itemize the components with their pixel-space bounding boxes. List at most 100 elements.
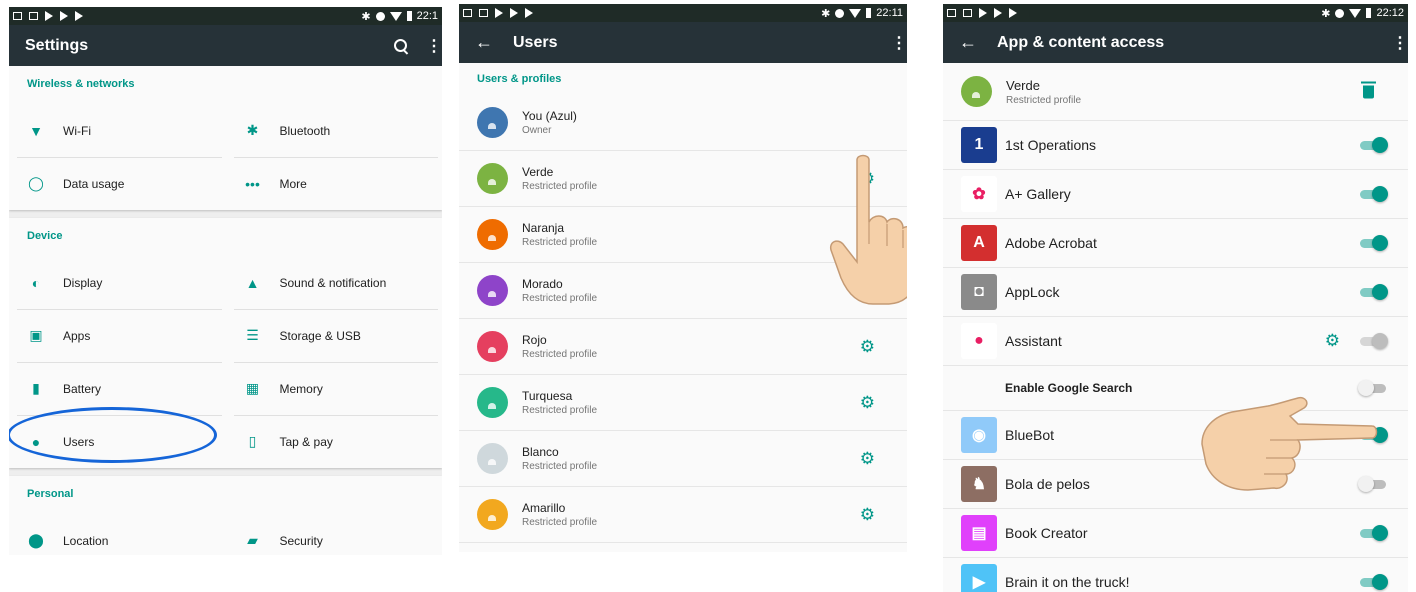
user-row[interactable] (459, 543, 907, 552)
user-row[interactable]: Verde Restricted profile ⚙ (459, 151, 907, 207)
settings-gear-icon[interactable]: ⚙ (860, 281, 875, 301)
access-toggle[interactable] (1360, 333, 1388, 349)
access-toggle[interactable] (1360, 235, 1388, 251)
access-toggle[interactable] (1358, 380, 1386, 396)
access-toggle[interactable] (1360, 525, 1388, 541)
settings-gear-icon[interactable]: ⚙ (860, 449, 875, 469)
settings-item-memory[interactable]: ▦ Memory (226, 362, 443, 415)
tap-pay-icon: ▯ (248, 433, 257, 449)
overflow-menu-icon[interactable]: ⋮ (426, 36, 442, 56)
wifi-icon: ▼ (29, 122, 43, 139)
user-type: Owner (522, 125, 552, 136)
search-icon[interactable] (394, 38, 408, 53)
user-row[interactable]: Rojo Restricted profile ⚙ (459, 319, 907, 375)
user-name: Verde (522, 165, 554, 179)
settings-item-display[interactable]: ◐ Display (9, 256, 226, 309)
app-row: A Adobe Acrobat (943, 219, 1408, 268)
settings-item-storage-usb[interactable]: ☰ Storage & USB (226, 309, 443, 362)
settings-item-security[interactable]: ▰ Security (226, 514, 443, 555)
settings-gear-icon[interactable]: ⚙ (860, 393, 875, 413)
book-creator-icon: ▤ (961, 515, 997, 551)
app-label: AppLock (1005, 284, 1060, 300)
play-icon (60, 11, 68, 21)
app-label: BlueBot (1005, 427, 1055, 443)
user-name: Morado (522, 277, 563, 291)
overflow-menu-icon[interactable]: ⋮ (891, 33, 907, 53)
settings-item-battery[interactable]: ▮ Battery (9, 362, 226, 415)
user-type: Restricted profile (522, 349, 598, 360)
settings-gear-icon[interactable]: ⚙ (1325, 331, 1340, 351)
back-arrow-icon[interactable]: ← (959, 32, 977, 53)
user-row[interactable]: Naranja Restricted profile ⚙ (459, 207, 907, 263)
user-row[interactable]: Morado Restricted profile ⚙ (459, 263, 907, 319)
app-row: ◘ AppLock (943, 268, 1408, 317)
battery-status-icon (1366, 8, 1372, 18)
settings-item-label: Memory (279, 381, 323, 396)
settings-section: Device ◐ Display ▲ Sound & notification ▣ Apps… (9, 218, 442, 468)
app-row: ▤ Book Creator (943, 509, 1408, 558)
access-toggle[interactable] (1360, 137, 1388, 153)
wifi-status-icon (849, 8, 862, 18)
settings-item-label: Wi-Fi (63, 123, 91, 138)
user-row[interactable]: You (Azul) Owner (459, 95, 907, 151)
settings-item-more[interactable]: ••• More (226, 157, 443, 210)
play-icon (75, 11, 83, 21)
settings-gear-icon[interactable]: ⚙ (860, 169, 875, 189)
play-icon (994, 8, 1002, 18)
avatar (477, 219, 508, 250)
profile-type: Restricted profile (1006, 94, 1082, 106)
settings-item-apps[interactable]: ▣ Apps (9, 309, 226, 362)
page-title: App & content access (997, 33, 1165, 51)
avatar (477, 331, 508, 362)
settings-item-label: Tap & pay (279, 434, 333, 449)
settings-item-sound-notification[interactable]: ▲ Sound & notification (226, 256, 443, 309)
storage-icon: ☰ (246, 327, 259, 343)
dnd-icon (1335, 8, 1345, 18)
dnd-icon (375, 11, 385, 21)
user-row[interactable]: Amarillo Restricted profile ⚙ (459, 487, 907, 543)
lock-icon: ▰ (247, 532, 258, 548)
settings-item-location[interactable]: ⬤ Location (9, 514, 226, 555)
acrobat-icon: A (961, 225, 997, 261)
settings-section: Wireless & networks ▼ Wi-Fi ✱ Bluetooth ◯ Data… (9, 66, 442, 210)
settings-item-wi-fi[interactable]: ▼ Wi-Fi (9, 104, 226, 157)
app-label: Bola de pelos (1005, 476, 1090, 492)
app-label: Brain it on the truck! (1005, 574, 1130, 590)
bluetooth-status-icon: ✱ (1321, 7, 1331, 20)
access-toggle[interactable] (1360, 574, 1388, 590)
assistant-icon: ● (961, 323, 997, 359)
settings-gear-icon[interactable]: ⚙ (860, 225, 875, 245)
user-row[interactable]: Turquesa Restricted profile ⚙ (459, 375, 907, 431)
clock: 22:12 (1376, 7, 1404, 19)
settings-item-users[interactable]: ● Users (9, 415, 226, 468)
access-toggle[interactable] (1360, 186, 1388, 202)
access-toggle[interactable] (1360, 427, 1388, 443)
gallery-flower-icon: ✿ (961, 176, 997, 212)
settings-item-bluetooth[interactable]: ✱ Bluetooth (226, 104, 443, 157)
user-type: Restricted profile (522, 461, 598, 472)
settings-item-tap-pay[interactable]: ▯ Tap & pay (226, 415, 443, 468)
settings-gear-icon[interactable]: ⚙ (860, 505, 875, 525)
settings-item-data-usage[interactable]: ◯ Data usage (9, 157, 226, 210)
access-toggle[interactable] (1360, 284, 1388, 300)
avatar (477, 163, 508, 194)
truck-icon: ▶ (961, 564, 997, 592)
user-name: Blanco (522, 445, 559, 459)
person-icon: ● (31, 433, 41, 450)
settings-gear-icon[interactable]: ⚙ (860, 337, 875, 357)
user-name: Amarillo (522, 501, 566, 515)
settings-item-label: Sound & notification (279, 275, 387, 290)
location-icon: ⬤ (28, 532, 44, 548)
play-icon (525, 8, 533, 18)
settings-screen: ✱ 22:1 Settings ⋮ Wireless & networks ▼ Wi-… (9, 7, 442, 555)
delete-icon[interactable] (1361, 81, 1376, 98)
play-icon (45, 11, 53, 21)
back-arrow-icon[interactable]: ← (475, 32, 493, 53)
user-row[interactable]: Blanco Restricted profile ⚙ (459, 431, 907, 487)
user-type: Restricted profile (522, 405, 598, 416)
user-type: Restricted profile (522, 237, 598, 248)
overflow-menu-icon[interactable]: ⋮ (1392, 33, 1408, 53)
play-icon (1009, 8, 1017, 18)
access-toggle[interactable] (1358, 476, 1386, 492)
notification-icon (463, 9, 472, 17)
